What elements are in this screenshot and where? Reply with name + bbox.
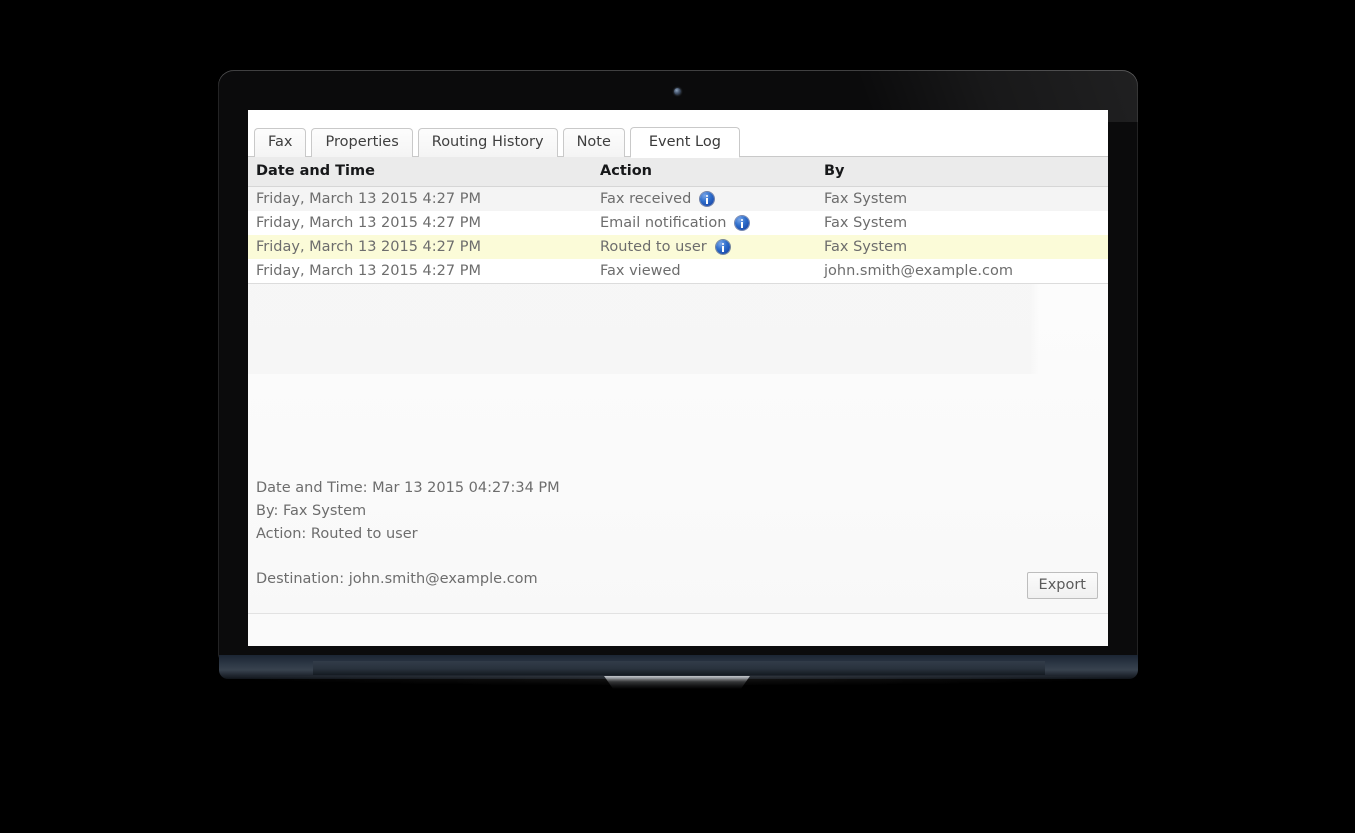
action-label: Routed to user xyxy=(600,239,707,255)
action-label: Email notification xyxy=(600,215,726,231)
column-header-action[interactable]: Action xyxy=(592,157,816,187)
cell-action: Fax viewed xyxy=(600,263,810,279)
event-log-table-container: Date and Time Action By Friday, March 13… xyxy=(248,157,1108,284)
laptop-base-shadow xyxy=(205,676,1155,686)
info-icon[interactable] xyxy=(735,216,749,230)
camera-dot-icon xyxy=(674,88,681,95)
detail-area: Date and Time: Mar 13 2015 04:27:34 PM B… xyxy=(248,284,1108,646)
cell-datetime: Friday, March 13 2015 4:27 PM xyxy=(248,235,592,259)
table-row[interactable]: Friday, March 13 2015 4:27 PM Email noti… xyxy=(248,211,1108,235)
cell-by: john.smith@example.com xyxy=(816,259,1108,284)
tab-routing-history[interactable]: Routing History xyxy=(418,128,558,157)
cell-action: Routed to user xyxy=(600,239,810,255)
column-header-date-and-time[interactable]: Date and Time xyxy=(248,157,592,187)
export-button[interactable]: Export xyxy=(1027,572,1098,599)
detail-destination: Destination: john.smith@example.com xyxy=(256,568,560,591)
footer-bar xyxy=(248,614,1108,646)
detail-spacer xyxy=(256,546,560,568)
action-label: Fax viewed xyxy=(600,263,681,279)
info-icon[interactable] xyxy=(716,240,730,254)
table-row-selected[interactable]: Friday, March 13 2015 4:27 PM Routed to … xyxy=(248,235,1108,259)
panel-shading xyxy=(248,284,1108,374)
table-row[interactable]: Friday, March 13 2015 4:27 PM Fax viewed… xyxy=(248,259,1108,284)
laptop-base-lip xyxy=(313,661,1045,675)
cell-datetime: Friday, March 13 2015 4:27 PM xyxy=(248,187,592,212)
event-log-table: Date and Time Action By Friday, March 13… xyxy=(248,157,1108,284)
column-header-by[interactable]: By xyxy=(816,157,1108,187)
cell-by: Fax System xyxy=(816,187,1108,212)
tab-properties[interactable]: Properties xyxy=(311,128,412,157)
export-button-container: Export xyxy=(1027,572,1098,599)
screenshot-stage: Fax Properties Routing History Note Even… xyxy=(0,0,1355,833)
cell-action: Email notification xyxy=(600,215,810,231)
cell-by: Fax System xyxy=(816,235,1108,259)
event-detail-block: Date and Time: Mar 13 2015 04:27:34 PM B… xyxy=(256,477,560,591)
info-icon[interactable] xyxy=(700,192,714,206)
detail-datetime: Date and Time: Mar 13 2015 04:27:34 PM xyxy=(256,477,560,500)
cell-action: Fax received xyxy=(600,191,810,207)
tab-bar: Fax Properties Routing History Note Even… xyxy=(248,110,1108,157)
cell-by: Fax System xyxy=(816,211,1108,235)
tab-event-log[interactable]: Event Log xyxy=(630,127,740,157)
fax-event-log-app: Fax Properties Routing History Note Even… xyxy=(248,110,1108,646)
table-row[interactable]: Friday, March 13 2015 4:27 PM Fax receiv… xyxy=(248,187,1108,212)
laptop-screen: Fax Properties Routing History Note Even… xyxy=(248,110,1108,646)
tab-fax[interactable]: Fax xyxy=(254,128,306,157)
tab-note[interactable]: Note xyxy=(563,128,625,157)
detail-by: By: Fax System xyxy=(256,500,560,523)
action-label: Fax received xyxy=(600,191,691,207)
detail-action: Action: Routed to user xyxy=(256,523,560,546)
cell-datetime: Friday, March 13 2015 4:27 PM xyxy=(248,211,592,235)
cell-datetime: Friday, March 13 2015 4:27 PM xyxy=(248,259,592,284)
table-header-row: Date and Time Action By xyxy=(248,157,1108,187)
